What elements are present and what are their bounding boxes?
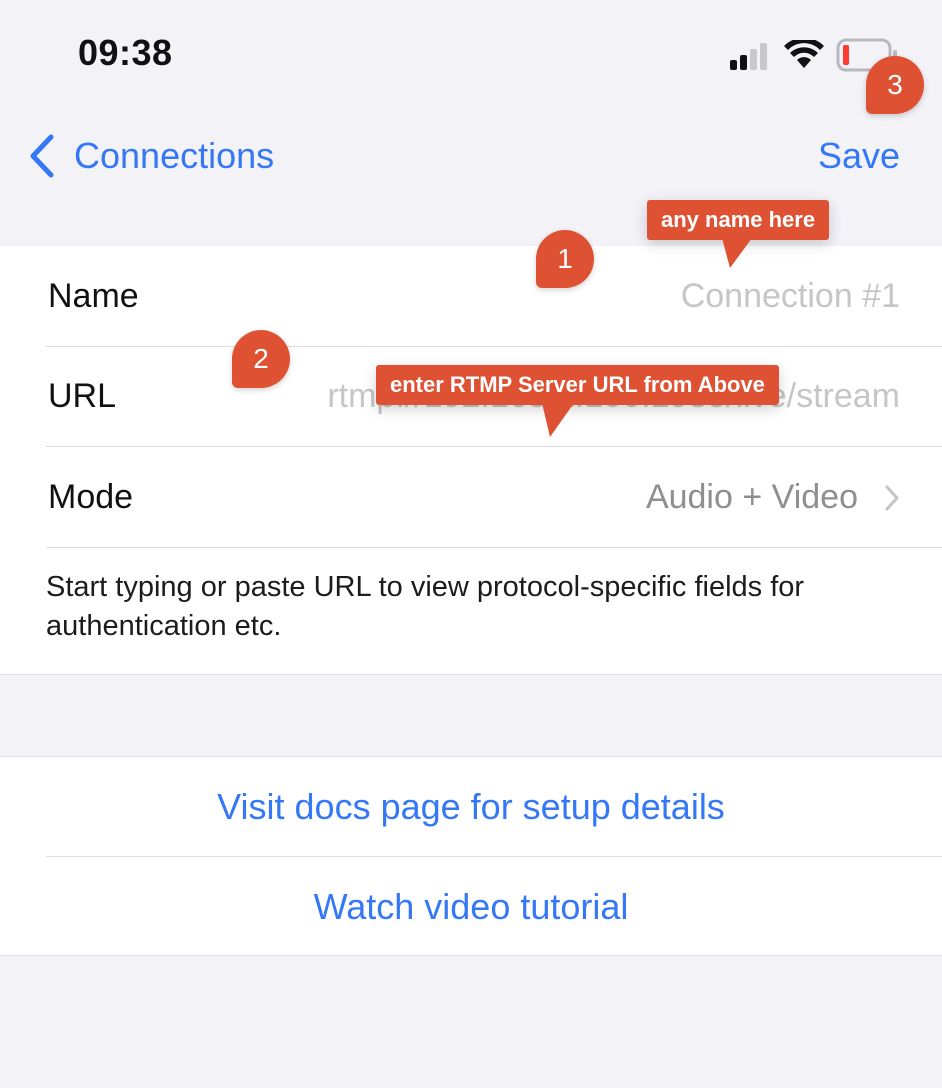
url-label: URL: [48, 377, 117, 415]
cellular-signal-icon: [730, 43, 767, 70]
form-footer-text: Start typing or paste URL to view protoc…: [46, 571, 805, 642]
name-field[interactable]: Connection #1: [681, 246, 900, 346]
help-links-section: Visit docs page for setup details Watch …: [0, 756, 942, 956]
status-time: 09:38: [78, 32, 173, 73]
name-row[interactable]: Name Connection #1: [46, 246, 942, 347]
annotation-callout-url: enter RTMP Server URL from Above: [376, 365, 779, 405]
mode-value: Audio + Video: [645, 478, 858, 516]
annotation-badge-1: 1: [536, 230, 594, 288]
wifi-icon: [784, 40, 824, 68]
mode-label: Mode: [48, 478, 134, 516]
connection-form: Name Connection #1 URL rtmp://192.168.1.…: [0, 246, 942, 675]
watch-video-tutorial-link[interactable]: Watch video tutorial: [0, 857, 942, 956]
status-bar: 09:38: [0, 0, 942, 110]
back-button-label: Connections: [74, 135, 275, 176]
annotation-callout-tail: [542, 403, 574, 437]
back-button[interactable]: Connections: [26, 132, 274, 180]
annotation-callout-tail: [722, 238, 752, 268]
annotation-badge-2: 2: [232, 330, 290, 388]
save-button[interactable]: Save: [818, 132, 900, 180]
annotation-badge-3: 3: [866, 56, 924, 114]
visit-docs-link[interactable]: Visit docs page for setup details: [0, 757, 942, 856]
name-label: Name: [48, 277, 139, 315]
mode-row[interactable]: Mode Audio + Video: [46, 447, 942, 548]
annotation-callout-name: any name here: [647, 200, 830, 240]
chevron-left-icon: [30, 134, 54, 178]
chevron-right-icon: [885, 485, 899, 511]
